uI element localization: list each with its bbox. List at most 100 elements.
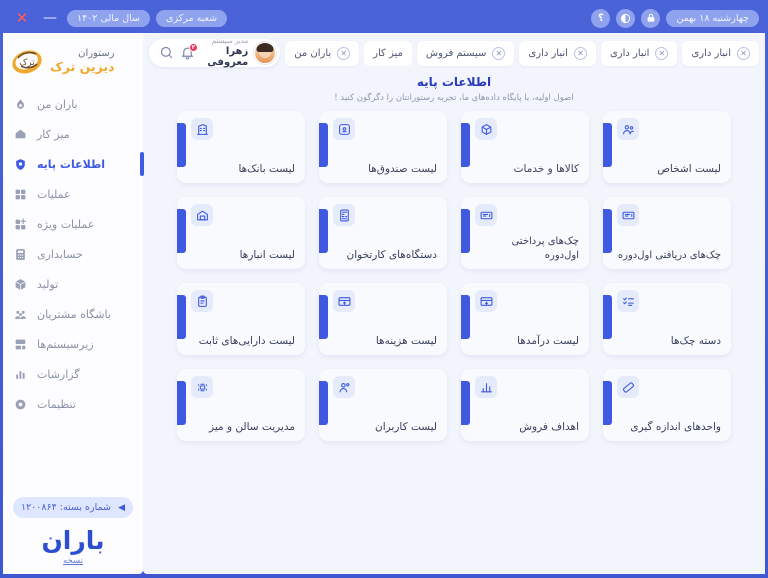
card-goods-and-services[interactable]: کالاها و خدمات [461, 111, 589, 183]
card-received-cheques-opening[interactable]: چک‌های دریافتی اول‌دوره [603, 197, 731, 269]
tab-label: انبار داری [609, 47, 650, 59]
tab-mize-kar[interactable]: میز کار [364, 40, 412, 66]
package-number-label: شماره بسته: ۱۲۰۰۸۶۴ [21, 502, 111, 513]
sidebar-item-label: تولید [37, 277, 59, 291]
sidebar-item-label: میز کار [37, 127, 70, 141]
user-name-block: مدیر سیستم زهرا معروفی [201, 37, 249, 67]
sidebar-item-mize-kar[interactable]: میز کار [3, 119, 143, 149]
card-cheque-books[interactable]: دسته چک‌ها [603, 283, 731, 355]
tab-baran-man[interactable]: ✕ باران من [285, 40, 360, 66]
cashbox-icon [333, 118, 355, 140]
calculator-icon [13, 247, 28, 262]
lock-icon[interactable] [641, 8, 661, 28]
version-link[interactable]: نسخه [63, 556, 83, 566]
sidebar-item-customer-club[interactable]: باشگاه مشتریان [3, 299, 143, 329]
fiscal-year-label[interactable]: سال مالی ۱۴۰۲ [67, 9, 151, 27]
help-icon[interactable]: ؟ [591, 8, 611, 28]
sidebar-item-reports[interactable]: گزارشات [3, 359, 143, 389]
user-role: مدیر سیستم [211, 37, 249, 46]
pos-terminal-icon [333, 204, 355, 226]
card-hall-and-table-management[interactable]: مدیریت سالن و میز [177, 369, 305, 441]
sidebar-item-baran-man[interactable]: باران من [3, 89, 143, 119]
current-date: چهارشنبه ۱۸ بهمن [666, 9, 759, 27]
card-label: لیست اشخاص [657, 162, 721, 175]
grid-icon [13, 187, 28, 202]
card-list-of-persons[interactable]: لیست اشخاص [603, 111, 731, 183]
sidebar-nav: باران من میز کار اطلاعات پایه عملیات عمل… [3, 89, 144, 497]
checklist-icon [617, 290, 639, 312]
card-list-of-expenses[interactable]: لیست هزینه‌ها [319, 283, 447, 355]
tab-close-icon[interactable]: ✕ [655, 46, 669, 60]
card-list-of-warehouses[interactable]: لیست انبارها [177, 197, 305, 269]
users-icon [333, 376, 355, 398]
ruler-icon [617, 376, 639, 398]
package-number-chip[interactable]: ◀ شماره بسته: ۱۲۰۰۸۶۴ [13, 497, 133, 518]
sidebar-item-base-information[interactable]: اطلاعات پایه [3, 149, 144, 179]
clipboard-icon [191, 290, 213, 312]
cards-grid: لیست اشخاص کالاها و خدمات [143, 111, 765, 441]
theme-toggle-icon[interactable] [616, 8, 636, 28]
sidebar-item-accounting[interactable]: حسابداری [3, 239, 143, 269]
window-body: مدیر سیستم زهرا معروفی ۲ ✕ باران من میز … [3, 33, 765, 574]
card-label: لیست انبارها [239, 248, 295, 261]
tab-sales-system[interactable]: ✕ سیستم فروش [416, 40, 515, 66]
sidebar-item-label: گزارشات [37, 367, 80, 381]
sidebar-item-label: باشگاه مشتریان [37, 307, 111, 321]
avatar [254, 42, 277, 64]
tab-close-icon[interactable]: ✕ [337, 46, 351, 60]
desk-icon [13, 127, 28, 142]
cheque-out-icon [475, 204, 497, 226]
page-title: اطلاعات پایه [416, 75, 492, 89]
card-label: لیست کاربران [375, 420, 437, 433]
tab-warehouse-3[interactable]: ✕ انبار داری [682, 40, 759, 66]
minimize-button[interactable]: — [39, 7, 61, 29]
bar-chart-icon [475, 376, 497, 398]
card-sales-targets[interactable]: اهداف فروش [461, 369, 589, 441]
sidebar-item-subsystems[interactable]: زیرسیستم‌ها [3, 329, 143, 359]
bell-icon[interactable]: ۲ [180, 42, 198, 62]
box-3d-icon [475, 118, 497, 140]
tab-label: میز کار [373, 47, 403, 59]
card-list-of-cashboxes[interactable]: لیست صندوق‌ها [319, 111, 447, 183]
tab-warehouse-2[interactable]: ✕ انبار داری [600, 40, 678, 66]
tab-warehouse-1[interactable]: ✕ انبار داری [519, 40, 596, 66]
tab-label: باران من [294, 47, 332, 59]
user-account-box[interactable]: مدیر سیستم زهرا معروفی ۲ [149, 37, 281, 68]
baran-logo-text: باران [41, 526, 105, 555]
tab-close-icon[interactable]: ✕ [573, 46, 587, 60]
title-bar-left-group: چهارشنبه ۱۸ بهمن ؟ [591, 8, 759, 28]
card-label: واحدهای اندازه گیری [630, 420, 721, 433]
card-fixed-assets[interactable]: لیست دارایی‌های ثابت [177, 283, 305, 355]
branch-label[interactable]: شعبه مرکزی [156, 9, 228, 27]
main-content: مدیر سیستم زهرا معروفی ۲ ✕ باران من میز … [143, 33, 765, 574]
card-label: چک‌های پرداختی اول‌دوره [511, 236, 579, 261]
restaurant-brand: رستوران دیزین ترک ترک [3, 33, 143, 85]
tab-close-icon[interactable]: ✕ [737, 46, 750, 60]
card-measurement-units[interactable]: واحدهای اندازه گیری [603, 369, 731, 441]
sidebar-item-label: باران من [37, 97, 78, 111]
tab-close-icon[interactable]: ✕ [492, 46, 506, 60]
card-pos-terminals[interactable]: دستگاه‌های کارتخوان [319, 197, 447, 269]
card-list-of-users[interactable]: لیست کاربران [319, 369, 447, 441]
main-bottom-space [143, 441, 765, 574]
application-window: چهارشنبه ۱۸ بهمن ؟ شعبه مرکزی سال مالی ۱… [0, 0, 768, 578]
sidebar: رستوران دیزین ترک ترک باران من میز کار ا… [3, 33, 144, 574]
cheque-in-icon [617, 204, 639, 226]
card-paid-cheques-opening[interactable]: چک‌های پرداختی اول‌دوره [461, 197, 589, 269]
sidebar-item-operations[interactable]: عملیات [3, 179, 143, 209]
restaurant-logo-icon: ترک [9, 44, 45, 78]
card-label: دستگاه‌های کارتخوان [346, 248, 437, 261]
card-label: لیست صندوق‌ها [368, 162, 437, 175]
sidebar-item-production[interactable]: تولید [3, 269, 143, 299]
tab-label: انبار داری [691, 47, 731, 59]
sidebar-item-special-operations[interactable]: عملیات ویژه [3, 209, 143, 239]
search-icon[interactable] [159, 45, 174, 62]
card-list-of-banks[interactable]: لیست بانک‌ها [177, 111, 305, 183]
grid-plus-icon [13, 217, 28, 232]
sidebar-item-label: حسابداری [37, 247, 83, 261]
card-label: لیست هزینه‌ها [375, 334, 437, 347]
card-list-of-incomes[interactable]: لیست درآمدها [461, 283, 589, 355]
sidebar-item-settings[interactable]: تنظیمات [3, 389, 143, 419]
warehouse-icon [191, 204, 213, 226]
close-button[interactable]: ✕ [11, 7, 33, 29]
